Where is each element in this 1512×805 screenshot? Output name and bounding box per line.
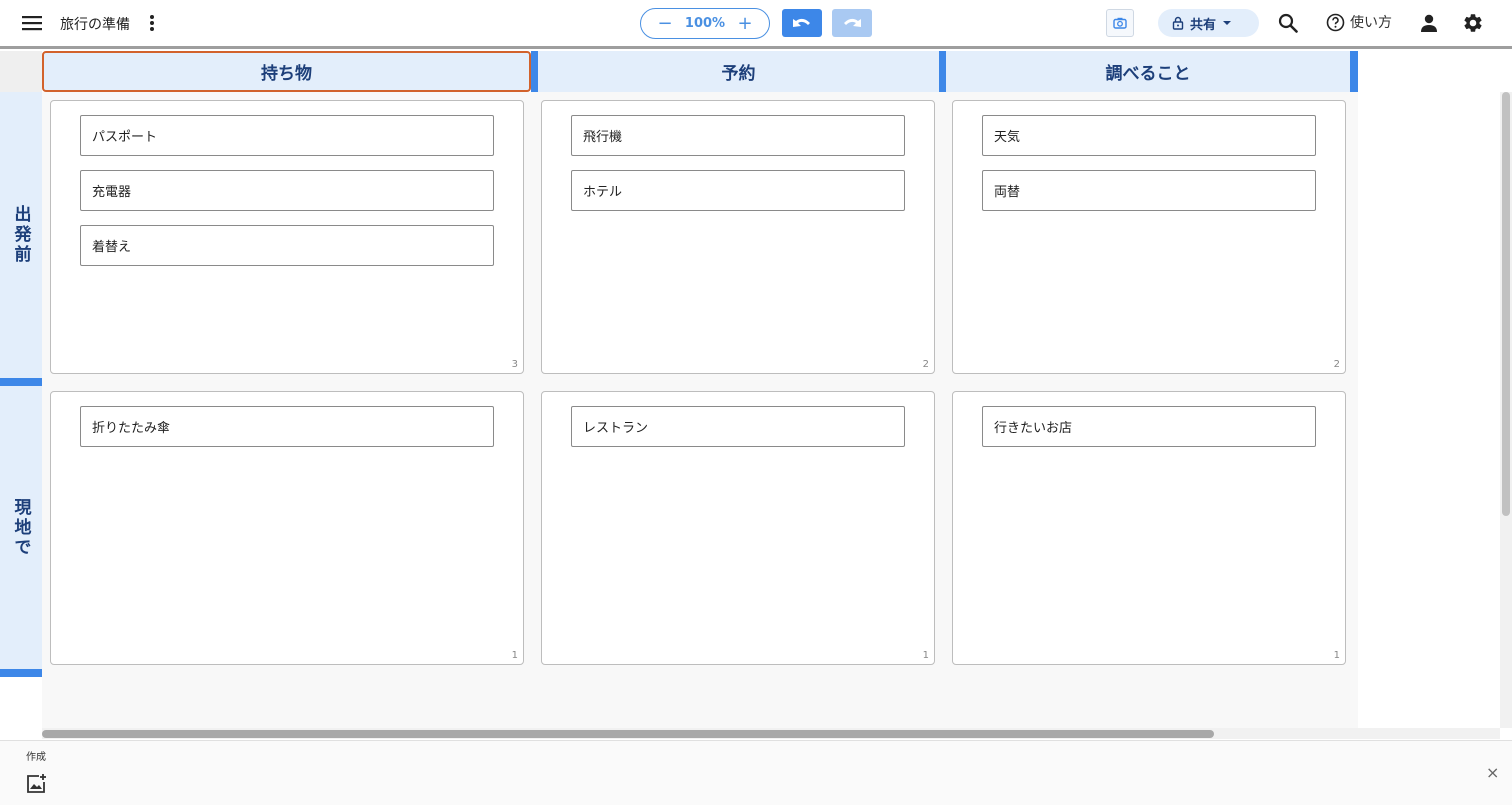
card-count: 1	[1333, 650, 1340, 661]
card-count: 2	[922, 359, 929, 370]
top-toolbar: 旅行の準備 − 100% + 共有 使い方	[0, 0, 1512, 46]
row-header-label: 現地で	[10, 497, 31, 558]
board-cell[interactable]: レストラン 1	[541, 391, 935, 665]
row-resize-handle[interactable]	[0, 669, 42, 677]
card[interactable]: 飛行機	[571, 115, 905, 156]
board-cell[interactable]: 飛行機 ホテル 2	[541, 100, 935, 374]
column-resize-handle[interactable]	[531, 51, 538, 92]
row-header-1[interactable]: 現地で	[0, 386, 42, 669]
board-cell[interactable]: パスポート 充電器 着替え 3	[50, 100, 524, 374]
card-count: 1	[511, 650, 518, 661]
help-button[interactable]: 使い方	[1326, 12, 1392, 32]
column-header-1[interactable]: 予約	[538, 51, 939, 92]
zoom-in-button[interactable]: +	[735, 14, 755, 33]
card-count: 3	[511, 359, 518, 370]
person-icon[interactable]	[1417, 11, 1441, 35]
card[interactable]: 折りたたみ傘	[80, 406, 494, 447]
share-label: 共有	[1190, 17, 1217, 33]
card-count: 2	[1333, 359, 1340, 370]
menu-icon[interactable]	[20, 12, 44, 34]
column-header-2[interactable]: 調べること	[946, 51, 1350, 92]
card[interactable]: ホテル	[571, 170, 905, 211]
document-title[interactable]: 旅行の準備	[60, 14, 130, 34]
zoom-out-button[interactable]: −	[655, 14, 675, 33]
redo-icon	[844, 18, 861, 27]
row-header-label: 出発前	[10, 205, 31, 265]
card[interactable]: 両替	[982, 170, 1316, 211]
card[interactable]: パスポート	[80, 115, 494, 156]
board-corner	[0, 51, 42, 92]
card[interactable]: 行きたいお店	[982, 406, 1316, 447]
card[interactable]: レストラン	[571, 406, 905, 447]
zoom-level: 100%	[684, 16, 726, 31]
create-panel: 作成 ×	[0, 740, 1512, 805]
zoom-control: − 100% +	[640, 8, 770, 39]
dropdown-icon	[1223, 21, 1232, 25]
share-button[interactable]: 共有	[1158, 9, 1259, 37]
undo-icon	[793, 18, 810, 27]
close-icon[interactable]: ×	[1486, 763, 1499, 782]
redo-button[interactable]	[832, 9, 872, 37]
help-icon	[1326, 13, 1345, 31]
row-header-0[interactable]: 出発前	[0, 92, 42, 378]
help-label: 使い方	[1350, 15, 1392, 31]
search-icon[interactable]	[1276, 11, 1300, 35]
settings-icon[interactable]	[1461, 11, 1485, 35]
lock-icon	[1172, 16, 1184, 30]
row-resize-handle[interactable]	[0, 378, 42, 386]
camera-icon	[1113, 17, 1127, 29]
column-resize-handle[interactable]	[939, 51, 946, 92]
board-cell[interactable]: 行きたいお店 1	[952, 391, 1346, 665]
horizontal-scroll-thumb[interactable]	[42, 730, 1214, 738]
column-header-0[interactable]: 持ち物	[42, 51, 531, 92]
card[interactable]: 着替え	[80, 225, 494, 266]
snapshot-button[interactable]	[1106, 9, 1134, 37]
card[interactable]: 天気	[982, 115, 1316, 156]
add-image-icon[interactable]	[24, 772, 48, 796]
create-panel-label: 作成	[26, 752, 46, 763]
column-resize-handle[interactable]	[1350, 51, 1358, 92]
vertical-scroll-thumb[interactable]	[1502, 92, 1510, 516]
undo-button[interactable]	[782, 9, 822, 37]
card[interactable]: 充電器	[80, 170, 494, 211]
board-cell[interactable]: 折りたたみ傘 1	[50, 391, 524, 665]
more-vert-icon[interactable]	[144, 12, 160, 34]
card-count: 1	[922, 650, 929, 661]
board-cell[interactable]: 天気 両替 2	[952, 100, 1346, 374]
